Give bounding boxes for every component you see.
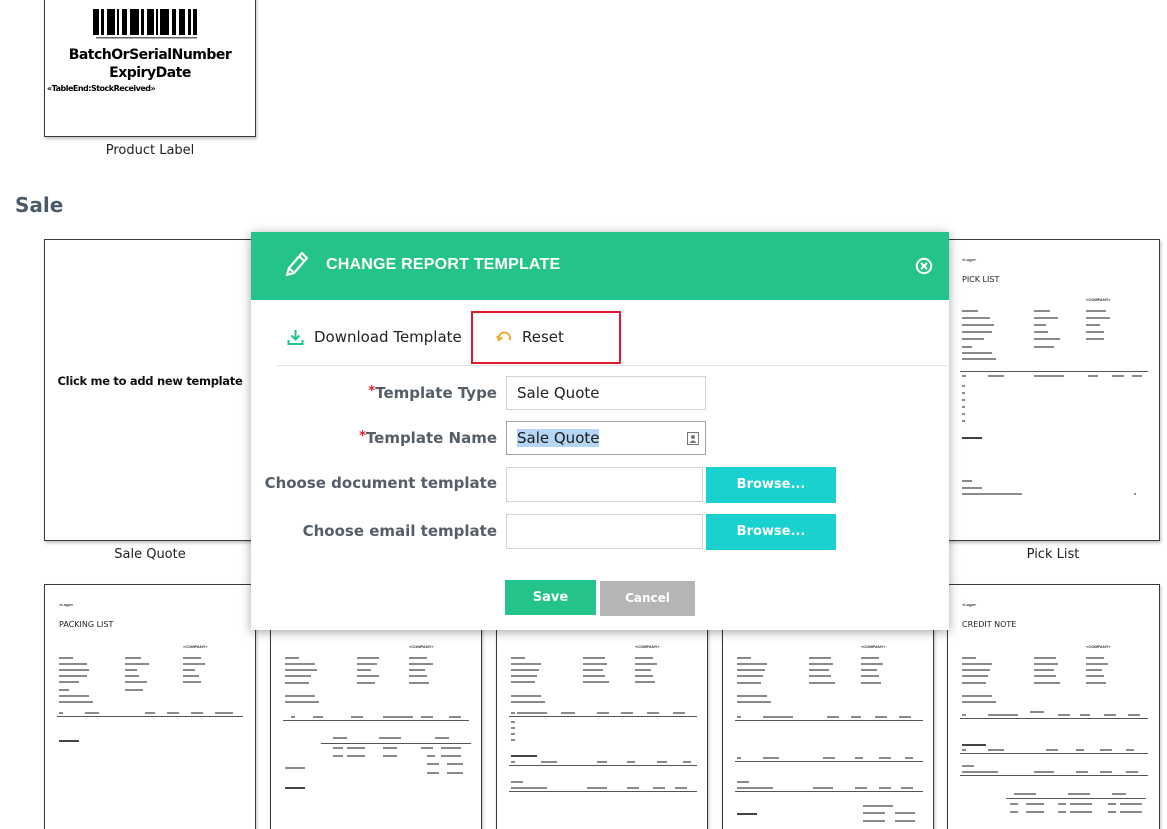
pencil-icon — [285, 251, 309, 277]
template-name-label: *Template Name — [359, 429, 497, 447]
template-name-input[interactable]: Sale Quote — [506, 421, 706, 455]
label-batch-field: BatchOrSerialNumber — [68, 47, 232, 63]
doc-title: CREDIT NOTE — [962, 620, 1017, 629]
pick-list-caption: Pick List — [1026, 547, 1080, 562]
label-table-end-field: «TableEnd:StockReceived» — [47, 84, 156, 93]
doc-company-tag: «COMPANY» — [1086, 644, 1111, 649]
doc-company-tag: «COMPANY» — [861, 644, 886, 649]
save-button[interactable]: Save — [505, 580, 596, 615]
doc-company-tag: «COMPANY» — [183, 644, 208, 649]
email-template-input[interactable] — [506, 514, 703, 549]
doc-company-tag: «COMPANY» — [635, 644, 660, 649]
contact-card-icon — [687, 432, 699, 445]
undo-icon[interactable] — [496, 330, 512, 346]
template-name-value: Sale Quote — [517, 429, 600, 447]
download-icon[interactable] — [287, 329, 304, 346]
cancel-button[interactable]: Cancel — [600, 581, 695, 616]
template-card-product-label[interactable]: BatchOrSerialNumber ExpiryDate «TableEnd… — [44, 0, 256, 137]
doc-title: PICK LIST — [962, 275, 1000, 284]
section-title-sale: Sale — [15, 193, 64, 217]
product-label-caption: Product Label — [105, 143, 195, 158]
template-card-credit-note[interactable]: «Logo» CREDIT NOTE «COMPANY» — [947, 584, 1160, 829]
doc-logo-tag: «Logo» — [962, 602, 977, 607]
doc-template-label: Choose document template — [264, 474, 497, 492]
doc-logo-tag: «Logo» — [962, 257, 977, 262]
download-template-link[interactable]: Download Template — [314, 328, 462, 346]
browse-email-button[interactable]: Browse... — [706, 514, 836, 550]
modal-divider — [277, 365, 947, 366]
doc-logo-tag: «Logo» — [59, 602, 74, 607]
reset-button[interactable]: Reset — [522, 328, 564, 346]
modal-title: CHANGE REPORT TEMPLATE — [326, 256, 561, 273]
label-expiry-field: ExpiryDate — [109, 65, 191, 81]
template-type-label: *Template Type — [368, 384, 497, 402]
doc-template-input[interactable] — [506, 467, 703, 502]
doc-company-tag: «COMPANY» — [409, 644, 434, 649]
add-template-text: Click me to add new template — [57, 374, 243, 388]
template-type-field[interactable]: Sale Quote — [506, 376, 706, 410]
close-icon[interactable] — [915, 257, 933, 275]
browse-doc-button[interactable]: Browse... — [706, 467, 836, 503]
sale-quote-caption: Sale Quote — [114, 547, 186, 562]
doc-title: PACKING LIST — [59, 620, 114, 629]
template-card-packing-list[interactable]: «Logo» PACKING LIST «COMPANY» — [44, 584, 256, 829]
change-report-template-modal: CHANGE REPORT TEMPLATE Download Template… — [251, 232, 949, 630]
email-template-label: Choose email template — [302, 522, 497, 540]
modal-header: CHANGE REPORT TEMPLATE — [251, 232, 949, 300]
template-card-pick-list[interactable]: «Logo» PICK LIST «COMPANY» — [947, 239, 1160, 541]
template-card-sale-quote[interactable]: Click me to add new template — [44, 239, 256, 541]
barcode-image — [93, 9, 197, 39]
doc-company-tag: «COMPANY» — [1086, 297, 1111, 302]
